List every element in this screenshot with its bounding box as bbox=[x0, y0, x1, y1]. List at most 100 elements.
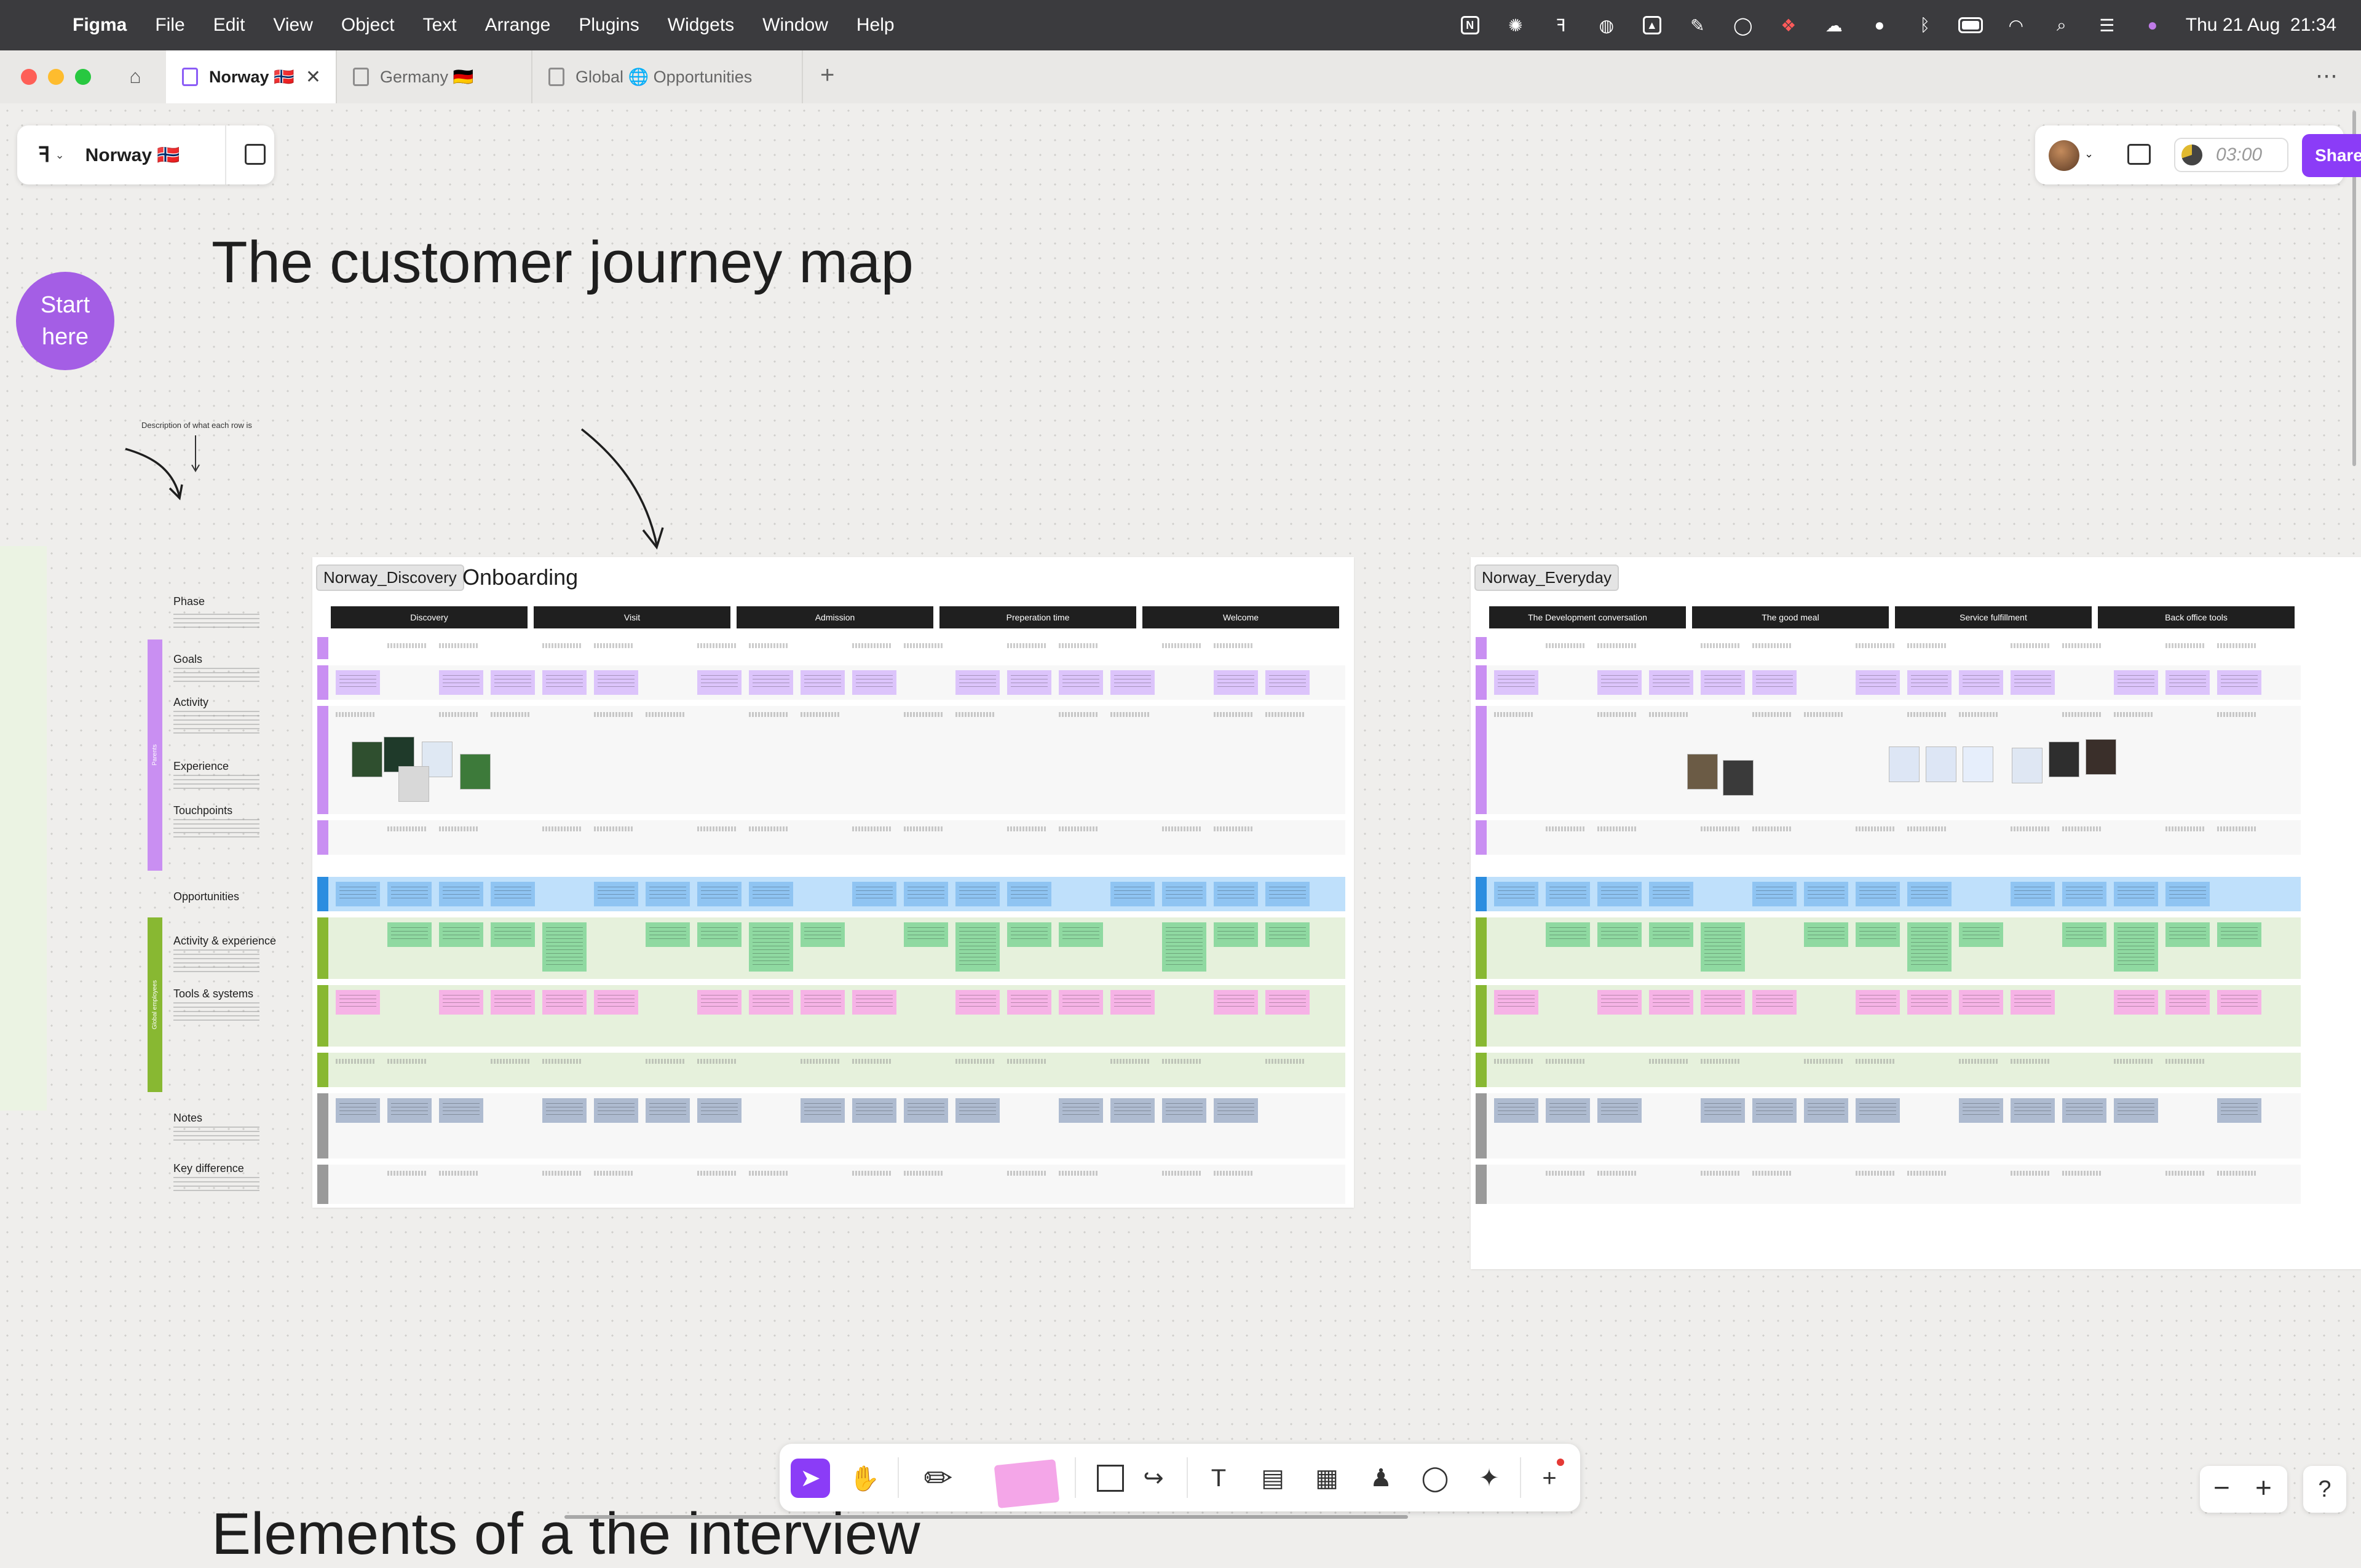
text-snippet bbox=[491, 712, 530, 717]
board-norway-discovery[interactable]: Discovery Visit Admission Preperation time W… bbox=[312, 557, 1354, 1208]
text-snippet bbox=[439, 643, 478, 648]
move-icon[interactable]: ➤ bbox=[791, 1459, 830, 1498]
cloud-icon[interactable]: ☁ bbox=[1822, 14, 1846, 36]
comment-icon[interactable]: ◯ bbox=[1415, 1459, 1455, 1498]
minimize-window-icon[interactable] bbox=[48, 69, 64, 85]
wifi-icon[interactable]: ◠ bbox=[2004, 14, 2028, 36]
ai-icon[interactable]: ✦ bbox=[1469, 1459, 1509, 1498]
tab-global-opportunities[interactable]: Global 🌐 Opportunities bbox=[532, 50, 803, 103]
text-snippet bbox=[1494, 1059, 1533, 1064]
chevron-down-icon[interactable]: ⌄ bbox=[55, 149, 65, 162]
section-icon[interactable]: ▤ bbox=[1253, 1459, 1292, 1498]
sticky-note bbox=[1856, 1098, 1900, 1123]
add-tab-icon[interactable]: + bbox=[820, 61, 834, 89]
text-snippet bbox=[749, 826, 788, 831]
figma-icon[interactable]: ꟻ bbox=[1549, 14, 1573, 36]
connector-icon[interactable]: ↪ bbox=[1134, 1459, 1173, 1498]
journey-row bbox=[1476, 985, 2301, 1047]
menu-plugins[interactable]: Plugins bbox=[579, 15, 639, 36]
control-center-icon[interactable]: ☰ bbox=[2095, 14, 2119, 36]
siri-icon[interactable]: ● bbox=[2140, 14, 2165, 36]
search-icon[interactable]: ⌕ bbox=[2049, 14, 2074, 36]
pen-icon[interactable]: ✏ bbox=[919, 1459, 958, 1498]
bluetooth-icon[interactable]: ᛒ bbox=[1913, 14, 1937, 36]
menu-window[interactable]: Window bbox=[762, 15, 828, 36]
user-icon[interactable]: ● bbox=[1867, 14, 1892, 36]
sticky-note bbox=[2114, 1098, 2158, 1123]
menu-widgets[interactable]: Widgets bbox=[668, 15, 734, 36]
sticky-note bbox=[852, 882, 896, 906]
sticky-icon[interactable] bbox=[994, 1459, 1060, 1509]
drive-icon[interactable]: ▲ bbox=[1640, 14, 1664, 36]
board-title-onboarding[interactable]: Onboarding bbox=[462, 564, 578, 590]
hand-icon[interactable]: ✋ bbox=[845, 1459, 884, 1498]
dropbox-icon[interactable]: ❖ bbox=[1776, 14, 1801, 36]
file-name[interactable]: Norway 🇳🇴 bbox=[85, 145, 180, 166]
menu-file[interactable]: File bbox=[155, 15, 184, 36]
sticky-note bbox=[801, 922, 845, 947]
row-tag bbox=[317, 637, 328, 659]
battery-icon[interactable] bbox=[1958, 14, 1983, 36]
page-title[interactable]: The customer journey map bbox=[212, 229, 914, 296]
stamp-icon[interactable]: ♟ bbox=[1361, 1459, 1401, 1498]
close-tab-icon[interactable]: ✕ bbox=[306, 66, 321, 88]
menu-edit[interactable]: Edit bbox=[213, 15, 245, 36]
avatar[interactable] bbox=[2049, 140, 2079, 171]
menu-object[interactable]: Object bbox=[341, 15, 395, 36]
close-window-icon[interactable] bbox=[21, 69, 37, 85]
menu-help[interactable]: Help bbox=[856, 15, 895, 36]
file-icon bbox=[353, 68, 369, 86]
menu-text[interactable]: Text bbox=[423, 15, 457, 36]
chat-icon[interactable]: ◯ bbox=[1731, 14, 1755, 36]
sticky-note bbox=[1804, 1098, 1848, 1123]
table-icon[interactable]: ▦ bbox=[1307, 1459, 1347, 1498]
board-label-discovery[interactable]: Norway_Discovery bbox=[316, 564, 464, 591]
horizontal-scrollbar[interactable] bbox=[564, 1515, 1408, 1519]
timer-widget[interactable]: 03:00 bbox=[2174, 138, 2288, 172]
sticky-note bbox=[697, 1098, 742, 1123]
shape-icon[interactable] bbox=[1091, 1459, 1130, 1498]
menu-arrange[interactable]: Arrange bbox=[485, 15, 551, 36]
vpn-icon[interactable]: ◍ bbox=[1594, 14, 1619, 36]
zoom-in-icon[interactable]: + bbox=[2255, 1471, 2272, 1504]
board-norway-everyday[interactable]: The Development conversation The good mea… bbox=[1471, 557, 2361, 1269]
home-icon[interactable]: ⌂ bbox=[121, 61, 150, 91]
text-snippet bbox=[594, 826, 633, 831]
pen-icon[interactable]: ✎ bbox=[1685, 14, 1710, 36]
chevron-down-icon[interactable]: ⌄ bbox=[2084, 148, 2094, 160]
legend-activity-experience: Activity & experience bbox=[173, 935, 277, 947]
pages-icon[interactable] bbox=[245, 144, 266, 165]
figma-menu-icon[interactable]: ꟻ bbox=[38, 143, 50, 167]
text-snippet bbox=[2011, 1171, 2050, 1176]
help-icon[interactable]: ? bbox=[2303, 1466, 2346, 1513]
chatgpt-icon[interactable]: ✺ bbox=[1503, 14, 1528, 36]
sticky-note bbox=[1907, 922, 1952, 972]
sticky-note bbox=[1649, 670, 1693, 695]
text-snippet bbox=[1265, 712, 1305, 717]
legend-tools-systems: Tools & systems bbox=[173, 988, 254, 1000]
canvas-strip bbox=[0, 546, 47, 1111]
board-label-everyday[interactable]: Norway_Everyday bbox=[1474, 564, 1619, 591]
sticky-note bbox=[801, 990, 845, 1015]
start-here-circle[interactable]: Start here bbox=[16, 272, 114, 370]
menu-app[interactable]: Figma bbox=[73, 15, 127, 36]
layout-icon[interactable] bbox=[2127, 144, 2151, 165]
sticky-note bbox=[1059, 922, 1103, 947]
fullscreen-window-icon[interactable] bbox=[75, 69, 91, 85]
zoom-out-icon[interactable]: − bbox=[2213, 1471, 2230, 1504]
sticky-note bbox=[852, 1098, 896, 1123]
journey-row bbox=[1476, 706, 2301, 814]
journey-row bbox=[317, 820, 1345, 855]
text-icon[interactable]: T bbox=[1199, 1459, 1238, 1498]
sticky-note bbox=[697, 990, 742, 1015]
arrow-title-icon bbox=[580, 428, 664, 550]
share-button[interactable]: Share bbox=[2302, 134, 2361, 177]
text-snippet bbox=[1701, 1171, 1740, 1176]
tab-norway[interactable]: Norway 🇳🇴 ✕ bbox=[166, 50, 337, 103]
more-icon[interactable]: ⋯ bbox=[2316, 63, 2339, 89]
clock[interactable]: Thu 21 Aug 21:34 bbox=[2186, 15, 2336, 36]
tab-germany[interactable]: Germany 🇩🇪 bbox=[337, 50, 532, 103]
text-snippet bbox=[1059, 643, 1098, 648]
notion-icon[interactable]: N bbox=[1458, 14, 1482, 36]
menu-view[interactable]: View bbox=[273, 15, 312, 36]
